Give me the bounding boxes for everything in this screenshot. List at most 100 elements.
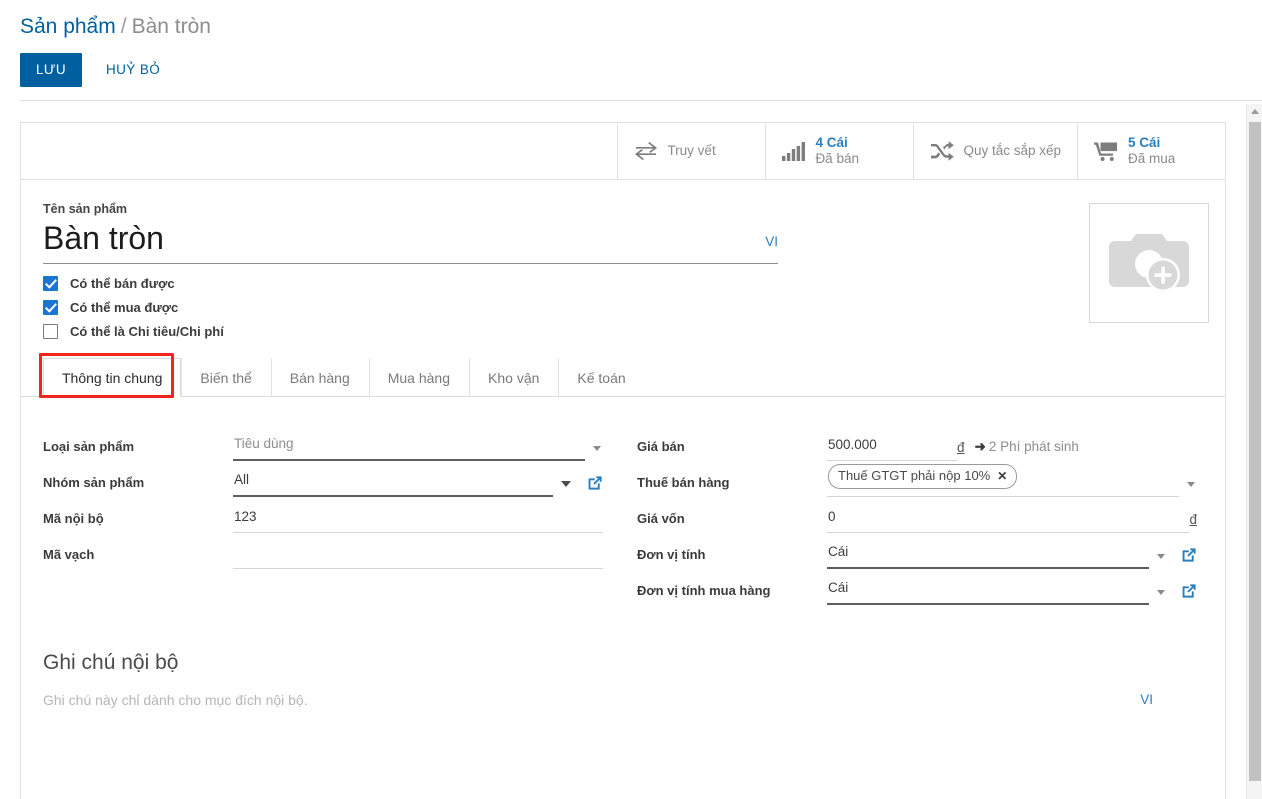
sale-price-input[interactable]: 500.000 <box>827 433 957 460</box>
input-wrapper[interactable]: 500.000 <box>827 433 957 461</box>
tab-sales[interactable]: Bán hàng <box>270 358 369 397</box>
product-identity-section: Tên sản phẩm Bàn tròn VI Có thể bán được… <box>21 180 1225 339</box>
product-name-row: Bàn tròn VI <box>43 216 778 263</box>
field-control[interactable]: Cái <box>827 576 1197 605</box>
field-label: Giá vốn <box>637 511 685 526</box>
checkbox-box[interactable] <box>43 300 58 315</box>
barcode-input[interactable] <box>233 544 603 568</box>
stat-text: Quy tắc sắp xếp <box>963 143 1061 159</box>
checkbox-label: Có thể bán được <box>70 276 175 291</box>
external-link-icon[interactable] <box>1181 547 1197 563</box>
field-underline <box>233 459 585 461</box>
field-product-group: Nhóm sản phẩm All <box>43 461 603 497</box>
stat-button-putaway-rules[interactable]: Quy tắc sắp xếp <box>913 123 1077 179</box>
stat-button-bar: Truy vết 4 Cái Đã bán Quy tắc sắp xếp 5 … <box>21 123 1225 180</box>
chevron-down-icon[interactable] <box>561 481 571 487</box>
chevron-down-icon[interactable] <box>1157 554 1165 559</box>
field-control[interactable]: Tiêu dùng <box>233 432 603 461</box>
vertical-scrollbar[interactable] <box>1246 104 1262 799</box>
arrow-right-icon: ➜ <box>974 439 986 454</box>
checkbox-can-be-sold[interactable]: Có thể bán được <box>43 276 1203 291</box>
scroll-up-button[interactable] <box>1247 104 1262 119</box>
breadcrumb-current: Bàn tròn <box>131 15 211 38</box>
field-control[interactable]: All <box>233 468 603 497</box>
field-underline <box>827 496 1179 497</box>
internal-code-input[interactable]: 123 <box>233 505 603 532</box>
chevron-down-icon[interactable] <box>1157 590 1165 595</box>
tab-purchase[interactable]: Mua hàng <box>368 358 469 397</box>
input-wrapper[interactable]: 0 <box>827 505 1190 533</box>
field-control[interactable]: Thuế GTGT phải nộp 10% ✕ <box>827 461 1197 497</box>
header-divider <box>20 100 1262 101</box>
language-selector-name[interactable]: VI <box>765 234 778 263</box>
stat-text: 5 Cái Đã mua <box>1128 135 1175 167</box>
stat-value: 5 Cái <box>1128 135 1161 150</box>
field-control[interactable]: 0 đ <box>827 505 1197 533</box>
external-link-icon[interactable] <box>587 475 603 491</box>
field-uom: Đơn vị tính Cái <box>637 533 1197 569</box>
close-icon[interactable]: ✕ <box>997 467 1007 485</box>
breadcrumb-parent-link[interactable]: Sản phẩm <box>20 15 116 38</box>
input-wrapper[interactable]: 123 <box>233 505 603 533</box>
field-control[interactable] <box>233 544 603 569</box>
cost-price-input[interactable]: 0 <box>827 505 1189 532</box>
tax-chip-label: Thuế GTGT phải nộp 10% <box>838 468 991 483</box>
stat-label: Đã mua <box>1128 151 1176 166</box>
chevron-down-icon[interactable] <box>1187 482 1195 487</box>
field-cost-price: Giá vốn 0 đ <box>637 497 1197 533</box>
language-selector-notes[interactable]: VI <box>1140 692 1153 707</box>
field-underline <box>233 568 603 569</box>
tab-general-info[interactable]: Thông tin chung <box>43 358 182 397</box>
checkbox-can-be-expensed[interactable]: Có thể là Chi tiêu/Chi phí <box>43 324 1203 339</box>
product-name-input[interactable]: Bàn tròn <box>43 216 765 263</box>
save-button[interactable]: LƯU <box>20 53 82 87</box>
scrollbar-thumb[interactable] <box>1249 122 1261 781</box>
checkbox-label: Có thể là Chi tiêu/Chi phí <box>70 324 224 339</box>
stat-button-sold[interactable]: 4 Cái Đã bán <box>765 123 913 179</box>
stat-text: Truy vết <box>667 143 715 159</box>
field-underline <box>233 532 603 533</box>
field-control[interactable]: Cái <box>827 540 1197 569</box>
select-wrapper[interactable]: All <box>233 468 553 497</box>
tab-variants[interactable]: Biến thể <box>181 358 270 397</box>
fields-right-column: Giá bán 500.000 đ ➜ 2 Phí phát sinh Thuế … <box>637 425 1197 605</box>
select-wrapper[interactable]: Cái <box>827 576 1149 605</box>
checkbox-box[interactable] <box>43 324 58 339</box>
select-wrapper[interactable]: Cái <box>827 540 1149 569</box>
discard-button[interactable]: HUỶ BỎ <box>100 53 166 87</box>
tags-wrapper[interactable]: Thuế GTGT phải nộp 10% ✕ <box>827 461 1179 497</box>
camera-add-icon <box>1109 234 1189 292</box>
input-wrapper[interactable] <box>233 544 603 569</box>
checkbox-box[interactable] <box>43 276 58 291</box>
extra-fees-link[interactable]: ➜ 2 Phí phát sinh <box>965 439 1079 461</box>
field-label: Mã nội bộ <box>43 511 104 526</box>
field-label: Mã vạch <box>43 547 95 562</box>
external-link-icon[interactable] <box>1181 583 1197 599</box>
stat-label: Quy tắc sắp xếp <box>963 143 1061 158</box>
select-value: Tiêu dùng <box>234 436 294 452</box>
product-flags: Có thể bán được Có thể mua được Có thể l… <box>43 276 1203 339</box>
internal-notes-input[interactable]: Ghi chú này chỉ dành cho mục đích nội bộ… <box>43 692 1140 708</box>
tab-accounting[interactable]: Kế toán <box>558 358 644 397</box>
field-control[interactable]: 500.000 đ ➜ 2 Phí phát sinh <box>827 433 1197 461</box>
field-label: Nhóm sản phẩm <box>43 475 145 490</box>
field-control[interactable]: 123 <box>233 505 603 533</box>
shuffle-icon <box>930 141 955 161</box>
tax-chip[interactable]: Thuế GTGT phải nộp 10% ✕ <box>828 464 1018 489</box>
action-toolbar: LƯU HUỶ BỎ <box>20 53 1262 87</box>
stat-button-purchased[interactable]: 5 Cái Đã mua <box>1077 123 1225 179</box>
product-name-underline <box>43 263 778 264</box>
checkbox-can-be-purchased[interactable]: Có thể mua được <box>43 300 1203 315</box>
extra-fees-label: 2 Phí phát sinh <box>988 439 1079 454</box>
internal-notes-section: Ghi chú nội bộ Ghi chú này chỉ dành cho … <box>21 605 1225 708</box>
chevron-down-icon[interactable] <box>593 446 601 451</box>
page-header: Sản phẩm / Bàn tròn LƯU HUỶ BỎ <box>0 0 1262 101</box>
product-image-upload[interactable] <box>1089 203 1209 323</box>
tab-inventory[interactable]: Kho vận <box>469 358 558 397</box>
general-info-fields: Loại sản phẩm Tiêu dùng Nhóm sản phẩm Al… <box>21 397 1225 605</box>
select-wrapper[interactable]: Tiêu dùng <box>233 432 585 461</box>
stat-button-traceability[interactable]: Truy vết <box>617 123 765 179</box>
product-name-label: Tên sản phẩm <box>43 202 128 216</box>
field-label: Đơn vị tính <box>637 547 706 562</box>
breadcrumb-separator: / <box>120 15 127 38</box>
